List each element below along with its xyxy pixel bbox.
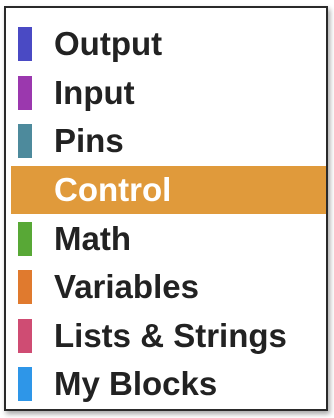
output-color-swatch-icon (18, 27, 32, 62)
category-control[interactable]: Control (11, 165, 326, 215)
category-list: Output Input Pins Control Math Variables… (6, 20, 326, 409)
input-color-swatch-icon (18, 75, 32, 110)
category-palette: Output Input Pins Control Math Variables… (4, 6, 328, 411)
category-label: My Blocks (54, 365, 218, 403)
category-label: Input (54, 73, 135, 111)
category-label: Variables (54, 268, 199, 306)
variables-color-swatch-icon (18, 270, 32, 305)
lists-strings-color-swatch-icon (18, 318, 32, 353)
category-my-blocks[interactable]: My Blocks (6, 360, 326, 409)
category-label: Math (54, 219, 131, 257)
control-color-swatch-icon (18, 173, 32, 207)
category-math[interactable]: Math (6, 214, 326, 263)
category-lists-strings[interactable]: Lists & Strings (6, 312, 326, 361)
category-label: Pins (54, 122, 124, 160)
category-label: Output (54, 25, 163, 63)
pins-color-swatch-icon (18, 124, 32, 159)
math-color-swatch-icon (18, 221, 32, 256)
category-variables[interactable]: Variables (6, 263, 326, 312)
my-blocks-color-swatch-icon (18, 367, 32, 402)
category-input[interactable]: Input (6, 69, 326, 118)
category-label: Control (54, 171, 172, 209)
category-pins[interactable]: Pins (6, 117, 326, 166)
category-label: Lists & Strings (54, 316, 287, 354)
category-output[interactable]: Output (6, 20, 326, 69)
